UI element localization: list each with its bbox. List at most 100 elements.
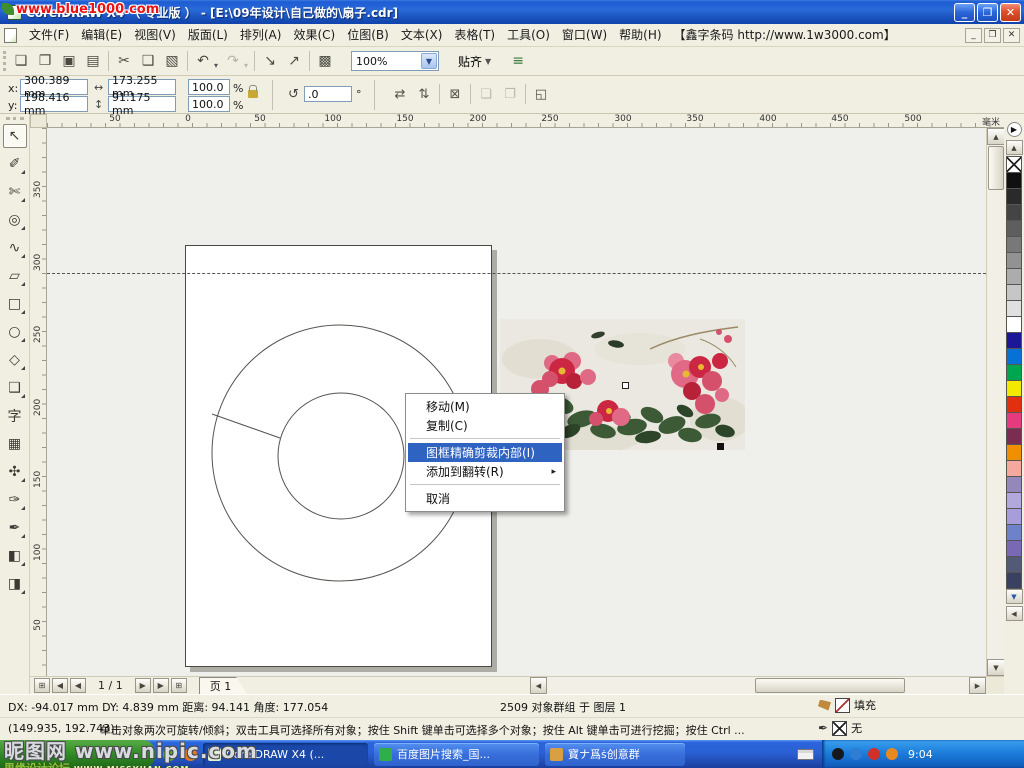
color-swatch[interactable] xyxy=(1006,508,1022,525)
undo-button[interactable]: ↶ xyxy=(191,49,215,73)
color-swatch[interactable] xyxy=(1006,204,1022,221)
menu-tools[interactable]: 工具(O) xyxy=(501,24,556,46)
color-swatch[interactable] xyxy=(1006,220,1022,237)
scroll-right-button[interactable]: ▶ xyxy=(969,677,986,694)
y-position-input[interactable]: 198.416 mm xyxy=(20,96,88,112)
import-button[interactable]: ↘ xyxy=(258,49,282,73)
mirror-horizontal-button[interactable]: ⇄ xyxy=(388,82,412,106)
eyedropper-tool[interactable]: ✑ xyxy=(3,488,27,512)
rotation-angle-input[interactable]: .0 xyxy=(304,86,352,102)
context-copy[interactable]: 复制(C) ▸ xyxy=(408,416,562,435)
ruler-origin-corner[interactable] xyxy=(30,114,47,128)
zoom-tool[interactable]: ◎ xyxy=(3,208,27,232)
lock-ratio-icon[interactable] xyxy=(248,90,258,98)
selection-center-marker[interactable] xyxy=(622,382,629,389)
previous-page-button[interactable]: ◀ xyxy=(70,678,86,693)
keyboard-layout-icon[interactable] xyxy=(797,749,814,760)
smart-fill-tool[interactable]: ▱ xyxy=(3,264,27,288)
page-tab[interactable]: 页 1 xyxy=(199,677,248,694)
selection-handle[interactable] xyxy=(717,443,724,450)
clear-transform-button[interactable]: ⊠ xyxy=(443,82,467,106)
tray-download-icon[interactable] xyxy=(886,748,898,760)
color-swatch[interactable] xyxy=(1006,332,1022,349)
context-move[interactable]: 移动(M) ▸ xyxy=(408,397,562,416)
first-page-button[interactable]: ◀ xyxy=(52,678,68,693)
menu-text[interactable]: 文本(X) xyxy=(395,24,449,46)
task-qq-group[interactable]: 寳ナ爲ṡ创意群 xyxy=(545,743,685,766)
color-swatch[interactable] xyxy=(1006,444,1022,461)
minimize-button[interactable]: _ xyxy=(954,3,975,22)
basic-shapes-tool[interactable]: ❑ xyxy=(3,376,27,400)
color-swatch[interactable] xyxy=(1006,540,1022,557)
color-swatch[interactable] xyxy=(1006,172,1022,189)
clock[interactable]: 9:04 xyxy=(908,748,933,761)
fill-color-swatch[interactable] xyxy=(835,698,850,713)
palette-expand-button[interactable]: ◀ xyxy=(1006,606,1023,621)
color-swatch[interactable] xyxy=(1006,300,1022,317)
copy-button[interactable]: ❑ xyxy=(136,49,160,73)
menu-bitmaps[interactable]: 位图(B) xyxy=(341,24,395,46)
freehand-tool[interactable]: ∿ xyxy=(3,236,27,260)
color-swatch[interactable] xyxy=(1006,188,1022,205)
add-page-button[interactable]: ⊞ xyxy=(34,678,50,693)
tray-network-icon[interactable] xyxy=(850,748,862,760)
color-swatch[interactable] xyxy=(1006,556,1022,573)
color-swatch[interactable] xyxy=(1006,524,1022,541)
quick-customize-button[interactable]: ◱ xyxy=(529,82,553,106)
table-tool[interactable]: ▦ xyxy=(3,432,27,456)
color-swatch[interactable] xyxy=(1006,348,1022,365)
vertical-ruler[interactable]: 35030025020015010050 xyxy=(30,128,47,676)
snap-to-dropdown[interactable]: 贴齐 ▼ xyxy=(453,50,496,73)
color-swatch[interactable] xyxy=(1006,492,1022,509)
context-add-rollover[interactable]: 添加到翻转(R) ▸ xyxy=(408,462,562,481)
zoom-level-select[interactable]: 100% ▼ xyxy=(351,51,439,71)
app-launcher-button[interactable]: ▩ xyxy=(313,49,337,73)
chevron-down-icon[interactable]: ▼ xyxy=(421,53,437,69)
color-swatch[interactable] xyxy=(1006,364,1022,381)
menu-window[interactable]: 窗口(W) xyxy=(556,24,613,46)
drawing-canvas[interactable]: 移动(M) ▸ 复制(C) ▸ ▸ 图框精确剪裁内部(I) ▸ 添加到翻转(R)… xyxy=(47,128,986,676)
document-restore-button[interactable]: ❐ xyxy=(984,28,1001,43)
weld-button[interactable]: ❐ xyxy=(498,82,522,106)
tray-security-icon[interactable] xyxy=(868,748,880,760)
palette-scroll-down-button[interactable]: ▼ xyxy=(1006,589,1023,604)
object-height-input[interactable]: 91.175 mm xyxy=(108,96,176,112)
text-tool[interactable]: 字 xyxy=(3,404,27,428)
color-swatch[interactable] xyxy=(1006,460,1022,477)
quick-launch-icon[interactable] xyxy=(163,748,176,761)
last-page-button[interactable]: ▶ xyxy=(153,678,169,693)
menu-layout[interactable]: 版面(L) xyxy=(182,24,234,46)
outline-color-swatch[interactable] xyxy=(832,721,847,736)
palette-scroll-up-button[interactable]: ▲ xyxy=(1006,140,1023,155)
redo-button[interactable]: ↷ xyxy=(221,49,245,73)
fill-tool[interactable]: ◧ xyxy=(3,544,27,568)
start-button[interactable] xyxy=(0,740,155,768)
paste-button[interactable]: ▧ xyxy=(160,49,184,73)
mirror-vertical-button[interactable]: ⇅ xyxy=(412,82,436,106)
pick-tool[interactable]: ↖ xyxy=(3,124,27,148)
tray-qq-icon[interactable] xyxy=(832,748,844,760)
save-button[interactable]: ▣ xyxy=(57,49,81,73)
next-page-button[interactable]: ▶ xyxy=(135,678,151,693)
add-page-button[interactable]: ⊞ xyxy=(171,678,187,693)
color-swatch[interactable] xyxy=(1006,572,1022,589)
color-swatch[interactable] xyxy=(1006,316,1022,333)
color-swatch[interactable] xyxy=(1006,252,1022,269)
menu-effects[interactable]: 效果(C) xyxy=(287,24,341,46)
toolbox-grip[interactable] xyxy=(6,117,24,120)
color-swatch[interactable] xyxy=(1006,284,1022,301)
menu-arrange[interactable]: 排列(A) xyxy=(234,24,288,46)
export-button[interactable]: ↗ xyxy=(282,49,306,73)
close-button[interactable]: ✕ xyxy=(1000,3,1021,22)
shape-tool[interactable]: ✐ xyxy=(3,152,27,176)
new-button[interactable]: ❏ xyxy=(9,49,33,73)
color-swatch[interactable] xyxy=(1006,380,1022,397)
task-coreldraw[interactable]: CorelDRAW X4 (... xyxy=(203,743,368,766)
document-minimize-button[interactable]: _ xyxy=(965,28,982,43)
menu-edit[interactable]: 编辑(E) xyxy=(75,24,128,46)
horizontal-scrollbar[interactable]: ◀ ▶ xyxy=(530,677,986,695)
palette-flyout-button[interactable]: ▶ xyxy=(1007,122,1022,137)
color-swatch[interactable] xyxy=(1006,396,1022,413)
color-swatch[interactable] xyxy=(1006,268,1022,285)
quick-launch-icon[interactable] xyxy=(184,748,197,761)
